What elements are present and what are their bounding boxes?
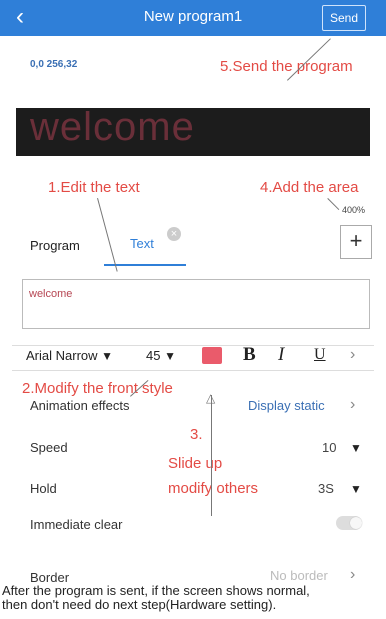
- underline-button[interactable]: U: [314, 346, 326, 364]
- bold-button[interactable]: B: [243, 344, 256, 366]
- preview-text: welcome: [30, 105, 195, 149]
- font-name: Arial Narrow: [26, 348, 98, 363]
- italic-button[interactable]: I: [278, 344, 284, 366]
- tab-text[interactable]: Text: [130, 236, 154, 251]
- setting-speed-value[interactable]: 10: [322, 440, 336, 455]
- color-swatch[interactable]: [202, 347, 222, 364]
- send-button[interactable]: Send: [322, 5, 366, 31]
- annotation-pointer: [327, 198, 340, 211]
- caret-down-icon: ▼: [101, 349, 114, 363]
- chevron-right-icon[interactable]: ›: [350, 346, 355, 364]
- annotation-edit: 1.Edit the text: [48, 179, 140, 196]
- close-icon[interactable]: ×: [167, 227, 181, 241]
- annotation-style: 2.Modify the front style: [22, 380, 173, 397]
- setting-clear-label: Immediate clear: [30, 517, 123, 532]
- text-editor-value: welcome: [29, 288, 73, 300]
- footer-note: After the program is sent, if the screen…: [2, 584, 386, 612]
- setting-hold-label: Hold: [30, 481, 57, 496]
- annotation-add-area: 4.Add the area: [260, 179, 359, 196]
- annotation-modify-others: modify others: [168, 480, 259, 497]
- zoom-level: 400%: [342, 205, 366, 215]
- chevron-right-icon[interactable]: ›: [350, 566, 355, 584]
- footer-line-2: then don't need do next step(Hardware se…: [2, 597, 277, 612]
- caret-down-icon: ▼: [164, 349, 176, 363]
- annotation-pointer: [97, 198, 118, 272]
- annotation-slide-up: Slide up: [168, 455, 223, 472]
- setting-animation-value[interactable]: Display static: [248, 398, 325, 413]
- annotation-pointer: [211, 395, 212, 516]
- font-size-value: 45: [146, 348, 161, 363]
- font-size-select[interactable]: 45 ▼: [146, 348, 176, 363]
- annotation-send: 5.Send the program: [220, 58, 353, 75]
- setting-animation-label: Animation effects: [30, 398, 130, 413]
- footer-line-1: After the program is sent, if the screen…: [2, 584, 310, 598]
- add-area-button[interactable]: +: [340, 225, 372, 259]
- tab-program[interactable]: Program: [30, 238, 80, 253]
- setting-border-value[interactable]: No border: [270, 568, 328, 583]
- arrow-up-icon: △: [206, 391, 216, 405]
- annotation-slide-number: 3.: [190, 426, 203, 443]
- setting-hold-value[interactable]: 3S: [318, 481, 334, 496]
- text-editor[interactable]: welcome: [22, 279, 370, 329]
- led-preview[interactable]: welcome: [16, 105, 370, 156]
- caret-down-icon[interactable]: ▼: [350, 441, 362, 455]
- chevron-right-icon[interactable]: ›: [350, 396, 355, 414]
- font-select[interactable]: Arial Narrow ▼: [26, 348, 113, 363]
- immediate-clear-toggle[interactable]: [336, 516, 362, 530]
- setting-speed-label: Speed: [30, 440, 68, 455]
- coordinates-readout: 0,0 256,32: [30, 59, 78, 70]
- setting-border-label: Border: [30, 570, 70, 585]
- caret-down-icon[interactable]: ▼: [350, 482, 362, 496]
